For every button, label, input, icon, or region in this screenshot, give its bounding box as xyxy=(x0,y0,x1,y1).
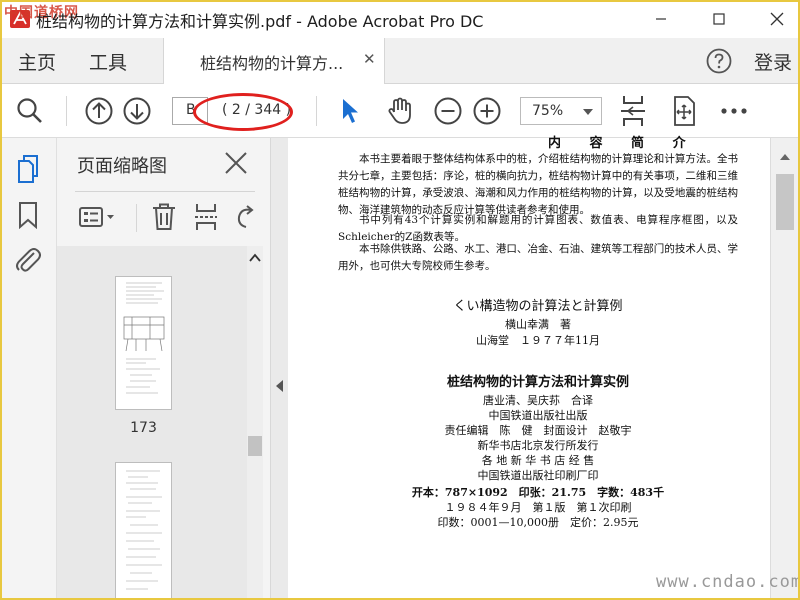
minimize-button[interactable] xyxy=(638,0,684,38)
minimize-icon xyxy=(656,18,666,20)
thumbnail-scrollbar[interactable] xyxy=(247,246,263,600)
editor-credits: 责任编辑 陈 健 封面设计 赵敬宇 xyxy=(444,424,632,437)
toolbar-separator xyxy=(316,96,317,126)
main-toolbar: B ( 2 / 344 ) 75% xyxy=(0,84,800,138)
extract-pages-icon xyxy=(195,204,217,230)
watermark-bottom: www.cndao.com xyxy=(656,572,800,592)
page-thumbnail[interactable] xyxy=(115,276,172,410)
close-window-button[interactable] xyxy=(754,0,800,38)
zoom-level-dropdown[interactable]: 75% xyxy=(520,97,602,125)
page-thumbnails-button[interactable] xyxy=(14,154,42,184)
options-menu-icon xyxy=(79,207,114,227)
hand-tool-button[interactable] xyxy=(384,95,416,127)
thumbnail-options-button[interactable] xyxy=(77,202,119,232)
fit-page-button[interactable] xyxy=(617,95,649,127)
thumbnail-page-content xyxy=(126,470,162,590)
hand-icon xyxy=(388,97,411,124)
page-thumbnails-panel: 页面缩略图 173 xyxy=(57,138,270,600)
print-run: 印数：0001—10,000册 定价：2.95元 xyxy=(437,516,639,529)
previous-page-button[interactable] xyxy=(83,95,115,127)
chevron-down-icon xyxy=(583,109,593,115)
document-scrollbar[interactable] xyxy=(770,138,798,600)
window-title: 桩结构物的计算方法和计算实例.pdf - Adobe Acrobat Pro D… xyxy=(36,12,484,31)
maximize-icon xyxy=(713,13,725,25)
collapse-panel-arrow-icon[interactable] xyxy=(276,380,283,392)
document-view[interactable]: 内 容 简 介 本书主要着眼于整体结构体系中的桩，介绍桩结构物的计算理论和计算方… xyxy=(288,136,770,600)
paperclip-icon xyxy=(16,248,41,272)
thumbnail-list: 173 xyxy=(57,246,247,600)
toolbar-separator xyxy=(66,96,67,126)
scroll-up-arrow-icon[interactable] xyxy=(780,154,790,160)
help-icon[interactable] xyxy=(706,48,732,74)
japanese-publisher: 山海堂 １９７７年11月 xyxy=(476,334,600,347)
zoom-level-value: 75% xyxy=(532,103,564,119)
more-icon xyxy=(721,108,747,114)
arrow-up-circle-icon xyxy=(85,97,113,125)
next-page-button[interactable] xyxy=(121,95,153,127)
panel-title: 页面缩略图 xyxy=(77,156,167,177)
panel-splitter[interactable] xyxy=(270,138,288,600)
panel-separator xyxy=(136,204,137,232)
thumbnail-page-content xyxy=(123,282,165,394)
page-thumbnails-icon xyxy=(18,155,38,183)
zoom-out-button[interactable] xyxy=(432,95,464,127)
close-panel-icon[interactable] xyxy=(223,150,249,176)
document-heading: 内 容 简 介 xyxy=(548,136,698,151)
rotate-page-button[interactable] xyxy=(232,202,260,232)
search-icon xyxy=(17,98,42,123)
panel-divider xyxy=(75,191,255,192)
scroll-up-arrow-icon[interactable] xyxy=(247,250,263,266)
tab-document[interactable]: 桩结构物的计算方... ✕ xyxy=(163,38,385,84)
title-bar: 中国道桥网 桩结构物的计算方法和计算实例.pdf - Adobe Acrobat… xyxy=(0,0,800,38)
book-specs: 开本：787×1092 印张：21.75 字数：483千 xyxy=(411,486,665,499)
close-icon xyxy=(770,12,784,26)
zoom-in-icon xyxy=(473,97,501,125)
zoom-out-icon xyxy=(434,97,462,125)
japanese-title: くい構造物の計算法と計算例 xyxy=(453,299,623,314)
login-link[interactable]: 登录 xyxy=(754,48,792,75)
chinese-title: 桩结构物的计算方法和计算实例 xyxy=(446,375,629,390)
thumbnail-page-label: 173 xyxy=(130,420,157,436)
full-screen-icon xyxy=(674,96,695,126)
zoom-in-button[interactable] xyxy=(471,95,503,127)
full-screen-button[interactable] xyxy=(668,95,700,127)
japanese-author: 横山幸满 著 xyxy=(505,318,571,331)
tab-bar: 主页 工具 桩结构物的计算方... ✕ 登录 xyxy=(0,38,800,84)
document-paragraph: 本书主要着眼于整体结构体系中的桩，介绍桩结构物的计算理论和计算方法。全书共分七章… xyxy=(338,153,738,216)
edition: １９８４年９月 第１版 第１次印刷 xyxy=(444,501,632,514)
translators: 唐业清、吴庆荪 合译 xyxy=(483,394,593,407)
select-tool-button[interactable] xyxy=(334,95,366,127)
distributor: 新华书店北京发行所发行 xyxy=(477,439,599,452)
publisher: 中国铁道出版社出版 xyxy=(488,409,588,422)
rotate-icon xyxy=(237,205,254,228)
printer: 中国铁道出版社印刷厂印 xyxy=(477,469,599,482)
red-highlight-annotation xyxy=(193,93,293,131)
distributor-retail: 各 地 新 华 书 店 经 售 xyxy=(481,454,595,467)
fit-page-icon xyxy=(621,96,645,126)
bookmark-icon xyxy=(19,202,37,229)
thumbnail-scrollbar-thumb[interactable] xyxy=(248,436,262,456)
tab-tools[interactable]: 工具 xyxy=(89,48,127,75)
maximize-button[interactable] xyxy=(696,0,742,38)
navigation-rail xyxy=(0,138,57,600)
search-button[interactable] xyxy=(14,95,46,127)
tab-close-icon[interactable]: ✕ xyxy=(363,50,376,68)
extract-pages-button[interactable] xyxy=(191,202,221,232)
page-thumbnail[interactable] xyxy=(115,462,172,600)
more-tools-button[interactable] xyxy=(718,95,750,127)
cursor-arrow-icon xyxy=(343,99,358,123)
attachments-button[interactable] xyxy=(14,244,42,274)
delete-page-button[interactable] xyxy=(149,202,179,232)
document-tab-label: 桩结构物的计算方... xyxy=(200,54,344,73)
arrow-down-circle-icon xyxy=(123,97,151,125)
trash-icon xyxy=(153,203,175,230)
bookmarks-button[interactable] xyxy=(14,200,42,230)
tab-home[interactable]: 主页 xyxy=(18,48,56,75)
document-paragraph: 本书除供铁路、公路、水工、港口、冶金、石油、建筑等工程部门的技术人员、学用外，也… xyxy=(338,243,738,272)
document-scrollbar-thumb[interactable] xyxy=(776,174,794,230)
